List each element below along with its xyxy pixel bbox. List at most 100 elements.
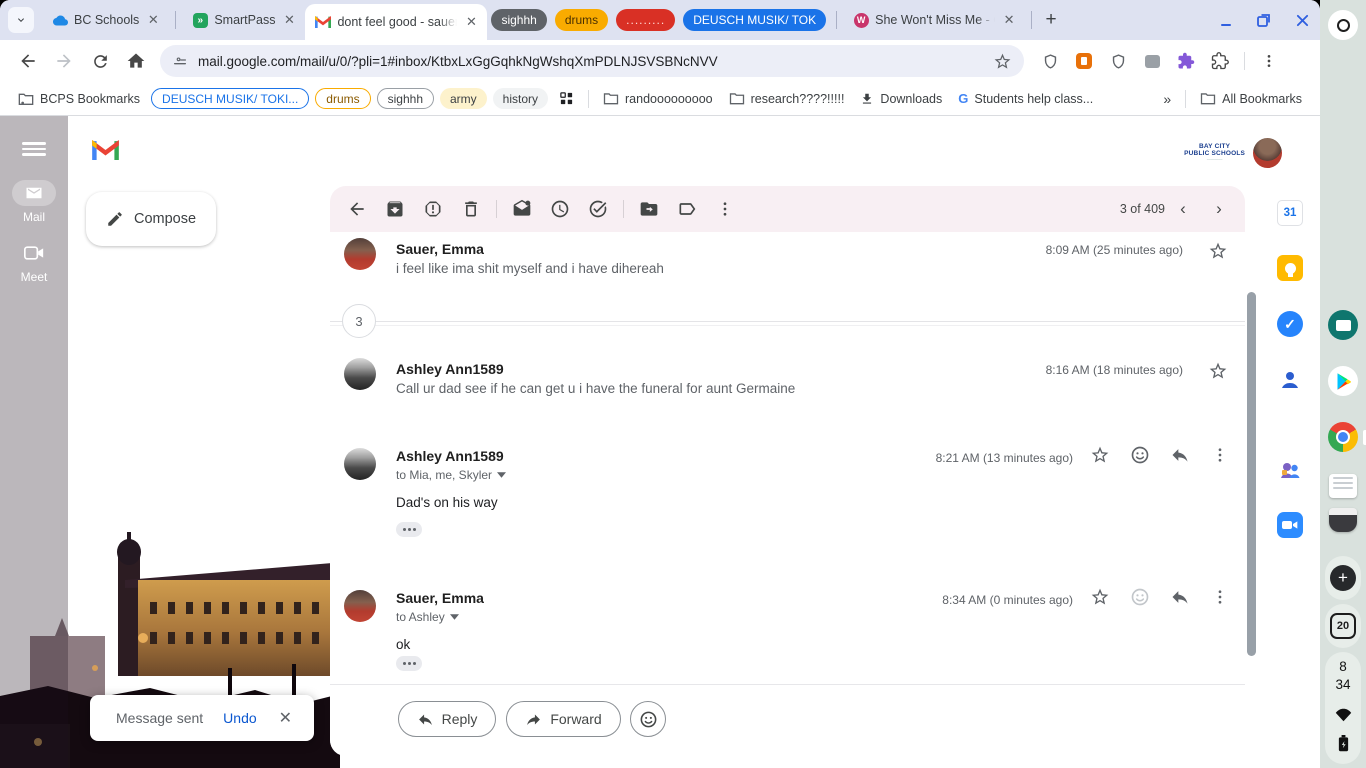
extensions-puzzle-icon[interactable]	[1210, 51, 1230, 71]
tab-groups-grid-icon[interactable]	[551, 86, 582, 112]
bookmark-root-folder[interactable]: BCPS Bookmarks	[10, 86, 148, 112]
clock-minute[interactable]: 34	[1320, 676, 1366, 694]
newer-conversation-chevron[interactable]: ‹	[1165, 191, 1201, 227]
tab-close-icon[interactable]: ✕	[145, 12, 161, 28]
bookmark-group-sighhh[interactable]: sighhh	[377, 88, 434, 109]
tab-search-chevron-button[interactable]	[8, 7, 34, 33]
tab-close-icon[interactable]: ✕	[281, 12, 297, 28]
snooze-button[interactable]	[541, 190, 579, 228]
add-reaction-button[interactable]	[630, 701, 666, 737]
reload-button[interactable]	[84, 45, 116, 77]
keep-panel-icon[interactable]	[1272, 250, 1308, 286]
tab-bc-schools[interactable]: BC Schools ✕	[42, 3, 169, 37]
address-bar[interactable]: mail.google.com/mail/u/0/?pli=1#inbox/Kt…	[160, 45, 1024, 77]
search-input[interactable]: Search mail	[330, 125, 985, 171]
star-icon[interactable]	[1083, 438, 1117, 472]
forward-button[interactable]	[48, 45, 80, 77]
sidebar-item-more[interactable]: More	[76, 426, 320, 458]
avatar[interactable]	[1253, 138, 1282, 168]
star-icon[interactable]	[1201, 234, 1235, 268]
close-toast-icon[interactable]: ✕	[279, 708, 292, 728]
shelf-play-store-icon[interactable]	[1328, 366, 1358, 396]
bookmark-folder-rando[interactable]: randooooooooo	[595, 86, 721, 112]
tab-close-icon[interactable]: ✕	[1001, 12, 1017, 28]
tab-group-deusch-musik[interactable]: DEUSCH MUSIK/ TOK	[683, 9, 826, 31]
shield-extension-icon-2[interactable]	[1108, 51, 1128, 71]
add-to-tasks-button[interactable]	[579, 190, 617, 228]
report-spam-button[interactable]	[414, 190, 452, 228]
more-options-kebab-icon[interactable]	[706, 190, 744, 228]
sidebar-item-sent[interactable]: Sent	[76, 362, 320, 394]
show-trimmed-content-button[interactable]	[396, 522, 422, 537]
recipients-dropdown[interactable]: to Ashley	[396, 610, 459, 624]
minimize-button[interactable]	[1218, 12, 1234, 28]
zoom-addon-icon[interactable]	[1272, 507, 1308, 543]
show-trimmed-content-button[interactable]	[396, 656, 422, 671]
back-button[interactable]	[12, 45, 44, 77]
tab-gmail-active[interactable]: dont feel good - sauere ✕	[305, 4, 487, 40]
sidebar-item-snoozed[interactable]: Snoozed	[76, 330, 320, 362]
archive-button[interactable]	[376, 190, 414, 228]
google-apps-grid-icon[interactable]	[1114, 141, 1142, 169]
gray-extension-icon[interactable]	[1142, 51, 1162, 71]
shelf-add-button[interactable]: +	[1330, 565, 1356, 591]
reply-icon[interactable]	[1163, 438, 1197, 472]
sidebar-item-starred[interactable]: Starred	[76, 298, 320, 330]
star-icon[interactable]	[1201, 354, 1235, 388]
emoji-reaction-icon[interactable]	[1123, 580, 1157, 614]
compose-button[interactable]: Compose	[86, 192, 216, 246]
rail-item-mail[interactable]: Mail	[0, 180, 68, 224]
settings-gear-icon[interactable]	[1070, 141, 1098, 169]
bookmark-folder-research[interactable]: research????!!!!!	[721, 86, 853, 112]
forward-button[interactable]: Forward	[506, 701, 621, 737]
more-options-kebab-icon[interactable]	[1203, 580, 1237, 614]
sidebar-item-inbox[interactable]: Inbox	[76, 266, 320, 298]
side-panel-collapse-chevron[interactable]: ›	[1280, 728, 1287, 751]
wifi-icon[interactable]	[1328, 700, 1358, 730]
shelf-news-app-icon[interactable]	[1328, 310, 1358, 340]
orange-extension-icon[interactable]	[1074, 51, 1094, 71]
all-bookmarks-folder[interactable]: All Bookmarks	[1192, 86, 1310, 112]
browser-menu-kebab-icon[interactable]	[1259, 51, 1279, 71]
clock-hour[interactable]: 8	[1320, 658, 1366, 676]
launcher-button[interactable]	[1328, 10, 1358, 40]
more-options-kebab-icon[interactable]	[1203, 438, 1237, 472]
shield-extension-icon[interactable]	[1040, 51, 1060, 71]
tab-smartpass[interactable]: » SmartPass ✕	[182, 3, 305, 37]
back-to-inbox-button[interactable]	[338, 190, 376, 228]
site-info-icon[interactable]	[172, 53, 188, 69]
bookmark-group-drums[interactable]: drums	[315, 88, 370, 109]
emoji-reaction-icon[interactable]	[1123, 438, 1157, 472]
shelf-calendar-icon[interactable]: 20	[1330, 613, 1356, 639]
restore-button[interactable]	[1256, 12, 1272, 28]
search-options-tune-icon[interactable]	[949, 138, 969, 158]
tab-group-dots[interactable]: .........	[616, 9, 675, 31]
new-tab-button[interactable]: +	[1038, 7, 1064, 33]
bookmark-star-icon[interactable]	[993, 52, 1012, 71]
recipients-dropdown[interactable]: to Mia, me, Skyler	[396, 468, 506, 482]
delete-button[interactable]	[452, 190, 490, 228]
undo-send-button[interactable]: Undo	[223, 710, 256, 726]
battery-charging-icon[interactable]	[1328, 728, 1358, 758]
sidebar-item-drafts[interactable]: Drafts 18	[76, 394, 320, 426]
close-window-button[interactable]	[1294, 12, 1310, 28]
expand-collapsed-messages-button[interactable]: 3	[342, 304, 376, 338]
scrollbar-thumb[interactable]	[1247, 292, 1256, 656]
tab-group-drums[interactable]: drums	[555, 9, 608, 31]
reply-button[interactable]: Reply	[398, 701, 496, 737]
mark-unread-button[interactable]	[503, 190, 541, 228]
bookmark-group-deusch-musik[interactable]: DEUSCH MUSIK/ TOKI...	[151, 88, 309, 109]
bookmark-students-help[interactable]: G Students help class...	[950, 86, 1101, 112]
older-conversation-chevron[interactable]: ›	[1201, 191, 1237, 227]
calendar-panel-icon[interactable]: 31	[1272, 195, 1308, 231]
move-to-button[interactable]	[630, 190, 668, 228]
tasks-panel-icon[interactable]: ✓	[1272, 306, 1308, 342]
shelf-chrome-icon[interactable]	[1328, 422, 1358, 452]
home-button[interactable]	[120, 45, 152, 77]
bookmark-group-history[interactable]: history	[493, 88, 548, 109]
star-icon[interactable]	[1083, 580, 1117, 614]
addon-people-icon[interactable]	[1272, 452, 1308, 488]
create-label-plus-icon[interactable]: +	[298, 482, 310, 505]
reply-icon[interactable]	[1163, 580, 1197, 614]
main-menu-hamburger-icon[interactable]	[22, 142, 46, 155]
